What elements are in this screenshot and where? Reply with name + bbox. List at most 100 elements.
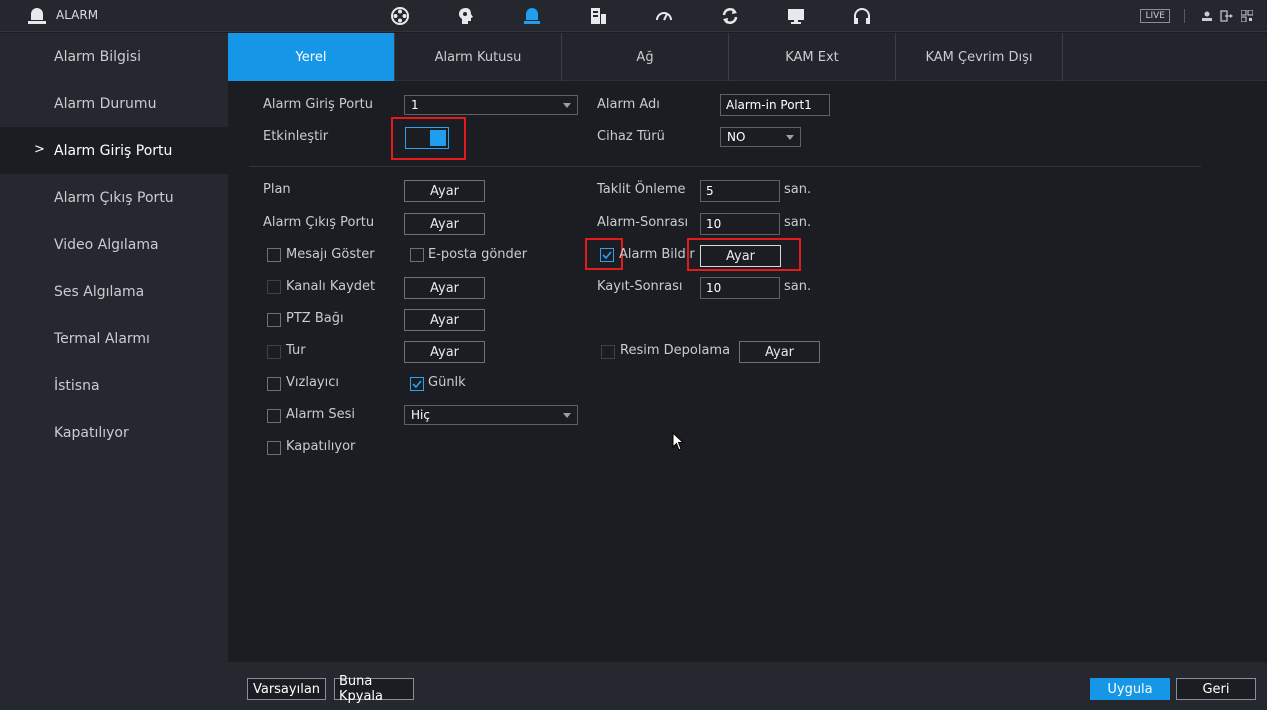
post-alarm-unit: san. [784, 215, 812, 230]
sidebar-item-shutdown[interactable]: Kapatılıyor [0, 409, 228, 456]
alarm-sound-value: Hiç [411, 408, 430, 422]
sidebar-item-label: Termal Alarmı [54, 330, 150, 347]
anti-dither-input[interactable]: 5 [700, 180, 780, 202]
sidebar-item-label: Alarm Çıkış Portu [54, 189, 174, 206]
refresh-icon[interactable] [708, 0, 752, 32]
sidebar-item-audio-detection[interactable]: Ses Algılama [0, 268, 228, 315]
sidebar-item-alarm-output-port[interactable]: Alarm Çıkış Portu [0, 174, 228, 221]
record-channel-set-button[interactable]: Ayar [404, 277, 485, 299]
back-button[interactable]: Geri [1176, 678, 1256, 700]
tour-checkbox[interactable] [267, 345, 281, 359]
sidebar-item-alarm-info[interactable]: Alarm Bilgisi [0, 33, 228, 80]
buzzer-checkbox[interactable] [267, 377, 281, 391]
log-checkbox[interactable] [410, 377, 424, 391]
post-record-unit: san. [784, 279, 812, 294]
shutdown-checkbox[interactable] [267, 441, 281, 455]
alarm-input-port-label: Alarm Giriş Portu [263, 97, 373, 112]
tab-bar: Yerel Alarm Kutusu Ağ KAM Ext KAM Çevrim… [228, 33, 1267, 81]
chevron-right-icon: > [34, 142, 45, 157]
sidebar-item-label: Alarm Giriş Portu [54, 142, 173, 159]
alarm-out-set-button[interactable]: Ayar [404, 213, 485, 235]
tour-set-button[interactable]: Ayar [404, 341, 485, 363]
speedometer-icon[interactable] [642, 0, 686, 32]
sidebar-item-label: Alarm Durumu [54, 95, 157, 112]
post-alarm-input[interactable]: 10 [700, 213, 780, 235]
divider [249, 166, 1201, 167]
ptz-label: PTZ Bağı [286, 311, 344, 326]
tab-local[interactable]: Yerel [228, 33, 395, 81]
copy-to-button[interactable]: Buna Kpyala [334, 674, 414, 704]
mouse-cursor-icon [672, 432, 684, 451]
chevron-down-icon [786, 135, 794, 140]
sidebar-item-thermal-alarm[interactable]: Termal Alarmı [0, 315, 228, 362]
sidebar-item-exception[interactable]: İstisna [0, 362, 228, 409]
top-bar: ALARM LIVE [0, 0, 1267, 32]
apply-button[interactable]: Uygula [1090, 678, 1170, 700]
alarm-report-set-button[interactable]: Ayar [700, 245, 781, 267]
tab-cam-ext[interactable]: KAM Ext [729, 33, 896, 81]
alarm-bell-icon[interactable] [510, 0, 554, 32]
plan-set-button[interactable]: Ayar [404, 180, 485, 202]
alarm-report-checkbox[interactable] [600, 248, 614, 262]
sidebar-item-label: Video Algılama [54, 236, 159, 253]
alarm-sound-select[interactable]: Hiç [404, 405, 578, 425]
chevron-down-icon [563, 413, 571, 418]
alarm-sound-label: Alarm Sesi [286, 407, 356, 422]
post-record-label: Kayıt-Sonrası [597, 279, 683, 294]
sidebar-item-label: Kapatılıyor [54, 424, 129, 441]
send-email-label: E-posta gönder [428, 247, 528, 262]
shutdown-label: Kapatılıyor [286, 439, 356, 454]
user-icon[interactable] [1199, 8, 1215, 24]
app-title: ALARM [56, 8, 99, 22]
ptz-checkbox[interactable] [267, 313, 281, 327]
film-reel-icon[interactable] [378, 0, 422, 32]
alarm-out-label: Alarm Çıkış Portu [263, 215, 375, 230]
default-button[interactable]: Varsayılan [247, 678, 326, 700]
sidebar-item-alarm-status[interactable]: Alarm Durumu [0, 80, 228, 127]
show-message-label: Mesajı Göster [286, 247, 375, 262]
plan-label: Plan [263, 182, 291, 197]
alarm-name-input[interactable]: Alarm-in Port1 [720, 94, 830, 116]
headset-icon[interactable] [840, 0, 884, 32]
record-channel-checkbox[interactable] [267, 280, 281, 294]
alarm-input-port-select[interactable]: 1 [404, 95, 578, 115]
live-button[interactable]: LIVE [1140, 9, 1170, 23]
ptz-set-button[interactable]: Ayar [404, 309, 485, 331]
buzzer-label: Vızlayıcı [286, 375, 339, 390]
anti-dither-unit: san. [784, 182, 812, 197]
toggle-knob [430, 130, 446, 146]
tour-label: Tur [286, 343, 306, 358]
check-icon [412, 380, 422, 389]
send-email-checkbox[interactable] [410, 248, 424, 262]
check-icon [602, 251, 612, 260]
tab-alarm-box[interactable]: Alarm Kutusu [395, 33, 562, 81]
sidebar-item-alarm-input-port[interactable]: > Alarm Giriş Portu [0, 127, 228, 174]
post-record-input[interactable]: 10 [700, 277, 780, 299]
logout-icon[interactable] [1219, 8, 1235, 24]
show-message-checkbox[interactable] [267, 248, 281, 262]
alarm-input-port-value: 1 [411, 98, 419, 112]
tab-cam-offline[interactable]: KAM Çevrim Dışı [896, 33, 1063, 81]
enable-toggle[interactable] [405, 127, 449, 149]
hdd-icon[interactable] [576, 0, 620, 32]
top-right-controls: LIVE [1140, 0, 1255, 32]
sidebar-item-video-detection[interactable]: Video Algılama [0, 221, 228, 268]
sidebar-item-label: Ses Algılama [54, 283, 145, 300]
tab-network[interactable]: Ağ [562, 33, 729, 81]
qr-code-icon[interactable] [1239, 8, 1255, 24]
separator [1184, 9, 1185, 23]
alarm-report-label: Alarm Bildir [619, 247, 695, 262]
device-type-select[interactable]: NO [720, 127, 801, 147]
snapshot-checkbox[interactable] [601, 345, 615, 359]
alarm-name-label: Alarm Adı [597, 97, 660, 112]
alarm-sound-checkbox[interactable] [267, 409, 281, 423]
monitor-icon[interactable] [774, 0, 818, 32]
alarm-bell-icon [28, 8, 46, 24]
bottom-bar: Varsayılan Buna Kpyala Uygula Geri [228, 662, 1267, 710]
main-panel: Alarm Giriş Portu 1 Alarm Adı Alarm-in P… [228, 82, 1267, 710]
record-channel-label: Kanalı Kaydet [286, 279, 376, 294]
brain-chip-icon[interactable] [444, 0, 488, 32]
post-alarm-label: Alarm-Sonrası [597, 215, 689, 230]
device-type-label: Cihaz Türü [597, 129, 665, 144]
snapshot-set-button[interactable]: Ayar [739, 341, 820, 363]
